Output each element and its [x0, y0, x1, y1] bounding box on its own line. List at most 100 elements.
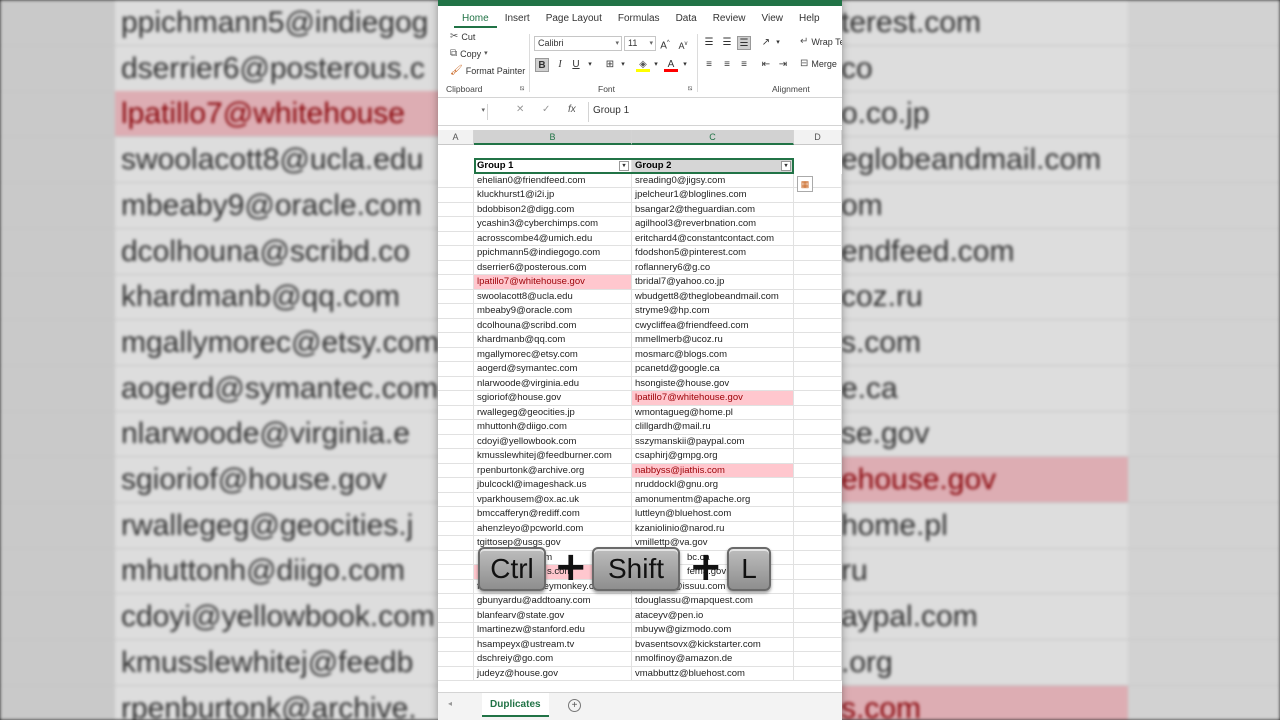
- cell-a[interactable]: [438, 173, 474, 188]
- chevron-down-icon[interactable]: ▾: [678, 58, 692, 72]
- cell-d[interactable]: [794, 594, 842, 609]
- cell-group1[interactable]: bdobbison2@digg.com: [474, 202, 632, 217]
- cell-group2[interactable]: cwycliffea@friendfeed.com: [632, 318, 794, 333]
- cell-d[interactable]: [794, 608, 842, 623]
- cell-d[interactable]: [794, 275, 842, 290]
- cell-group2[interactable]: kzaniolinio@narod.ru: [632, 521, 794, 536]
- column-header-c[interactable]: C: [632, 130, 794, 145]
- cell-d[interactable]: [794, 289, 842, 304]
- cell-a[interactable]: [438, 420, 474, 435]
- cell-d[interactable]: [794, 521, 842, 536]
- fill-color-icon[interactable]: ◈: [636, 58, 650, 72]
- cell-a[interactable]: [438, 521, 474, 536]
- cell-group2[interactable]: mbuyw@gizmodo.com: [632, 623, 794, 638]
- cell-group1[interactable]: acrosscombe4@umich.edu: [474, 231, 632, 246]
- add-sheet-icon[interactable]: +: [568, 699, 581, 712]
- cell-group2[interactable]: nmolfinoy@amazon.de: [632, 652, 794, 667]
- cell-d[interactable]: [794, 565, 842, 580]
- header-cell-group2[interactable]: Group 2 ▾: [632, 158, 794, 173]
- cell-a[interactable]: [438, 623, 474, 638]
- font-name-select[interactable]: Calibri ▾: [534, 36, 622, 51]
- cell-a[interactable]: [438, 289, 474, 304]
- tab-scroll-icon[interactable]: ◂: [448, 699, 452, 708]
- cell-a[interactable]: [438, 434, 474, 449]
- cell-group2[interactable]: vmabbuttz@bluehost.com: [632, 666, 794, 681]
- cell-group1[interactable]: ehelian0@friendfeed.com: [474, 173, 632, 188]
- chevron-down-icon[interactable]: ▾: [771, 36, 785, 50]
- font-color-icon[interactable]: A: [664, 58, 678, 72]
- cell-a[interactable]: [438, 275, 474, 290]
- cell-d[interactable]: [794, 304, 842, 319]
- cell-group2[interactable]: sszymanskii@paypal.com: [632, 434, 794, 449]
- cancel-icon[interactable]: ✕: [516, 104, 524, 115]
- underline-button[interactable]: U: [569, 58, 583, 72]
- cell-group1[interactable]: judeyz@house.gov: [474, 666, 632, 681]
- cell-group2[interactable]: bsangar2@theguardian.com: [632, 202, 794, 217]
- insert-function-icon[interactable]: fx: [568, 104, 576, 115]
- cell-d[interactable]: [794, 318, 842, 333]
- tab-review[interactable]: Review: [705, 13, 754, 28]
- wrap-text-button[interactable]: ↵ Wrap Te: [800, 37, 842, 48]
- quick-analysis-icon[interactable]: ▦: [797, 176, 813, 192]
- increase-font-icon[interactable]: A^: [658, 36, 672, 51]
- cell-group2[interactable]: mmellmerb@ucoz.ru: [632, 333, 794, 348]
- decrease-indent-icon[interactable]: ⇤: [759, 58, 773, 72]
- cell-group1[interactable]: ahenzleyo@pcworld.com: [474, 521, 632, 536]
- cell-a[interactable]: [438, 318, 474, 333]
- cell-group1[interactable]: ppichmann5@indiegogo.com: [474, 246, 632, 261]
- cell-group1[interactable]: dcolhouna@scribd.com: [474, 318, 632, 333]
- cell-group1[interactable]: lpatillo7@whitehouse.gov: [474, 275, 632, 290]
- sheet-tab-duplicates[interactable]: Duplicates: [482, 693, 549, 717]
- cell-group2[interactable]: sreading0@jigsy.com: [632, 173, 794, 188]
- cell-group2[interactable]: stryme9@hp.com: [632, 304, 794, 319]
- tab-formulas[interactable]: Formulas: [610, 13, 668, 28]
- cell-d[interactable]: [794, 623, 842, 638]
- cell-group1[interactable]: gbunyardu@addtoany.com: [474, 594, 632, 609]
- cell-group1[interactable]: ycashin3@cyberchimps.com: [474, 217, 632, 232]
- cell-group2[interactable]: hsongiste@house.gov: [632, 376, 794, 391]
- cell-a[interactable]: [438, 260, 474, 275]
- align-top-icon[interactable]: ☰: [702, 36, 716, 50]
- cell-group1[interactable]: jbulcockl@imageshack.us: [474, 478, 632, 493]
- cell-group2[interactable]: csaphirj@gmpg.org: [632, 449, 794, 464]
- cell-group2[interactable]: roflannery6@g.co: [632, 260, 794, 275]
- align-bottom-icon[interactable]: ☰: [737, 36, 751, 50]
- cell-group2[interactable]: wbudgett8@theglobeandmail.com: [632, 289, 794, 304]
- clipboard-launcher-icon[interactable]: ⧅: [520, 85, 524, 93]
- cell-group2[interactable]: bvasentsovx@kickstarter.com: [632, 637, 794, 652]
- cell-d[interactable]: [794, 637, 842, 652]
- merge-center-button[interactable]: ⊟ Merge: [800, 59, 837, 70]
- cell-group1[interactable]: dschreiy@go.com: [474, 652, 632, 667]
- cell-group2[interactable]: tbridal7@yahoo.co.jp: [632, 275, 794, 290]
- cell-d[interactable]: [794, 449, 842, 464]
- align-middle-icon[interactable]: ☰: [720, 36, 734, 50]
- font-launcher-icon[interactable]: ⧅: [688, 85, 692, 93]
- tab-data[interactable]: Data: [668, 13, 705, 28]
- increase-indent-icon[interactable]: ⇥: [776, 58, 790, 72]
- tab-home[interactable]: Home: [454, 13, 497, 28]
- filter-dropdown-icon[interactable]: ▾: [619, 161, 629, 171]
- cell-group1[interactable]: nlarwoode@virginia.edu: [474, 376, 632, 391]
- cell-a[interactable]: [438, 405, 474, 420]
- cell-group2[interactable]: lpatillo7@whitehouse.gov: [632, 391, 794, 406]
- cell-a[interactable]: [438, 304, 474, 319]
- italic-button[interactable]: I: [553, 58, 567, 72]
- cell-a[interactable]: [438, 188, 474, 203]
- cell-d[interactable]: [794, 217, 842, 232]
- cell-d[interactable]: [794, 362, 842, 377]
- cell-group2[interactable]: pcanetd@google.ca: [632, 362, 794, 377]
- formula-input[interactable]: Group 1: [593, 105, 629, 116]
- cell-group2[interactable]: clillgardh@mail.ru: [632, 420, 794, 435]
- cell-a[interactable]: [438, 217, 474, 232]
- tab-page-layout[interactable]: Page Layout: [538, 13, 610, 28]
- cell-group1[interactable]: khardmanb@qq.com: [474, 333, 632, 348]
- cell-d[interactable]: [794, 492, 842, 507]
- cell-a[interactable]: [438, 231, 474, 246]
- cell-a[interactable]: [438, 536, 474, 551]
- cell-group2[interactable]: jpelcheur1@bloglines.com: [632, 188, 794, 203]
- cell-d[interactable]: [794, 202, 842, 217]
- cell-d[interactable]: [794, 478, 842, 493]
- cut-button[interactable]: ✂ Cut: [450, 32, 475, 43]
- worksheet-grid[interactable]: A B C D Group 1 ▾ Group 2 ▾ ehelian0@fri…: [438, 130, 842, 692]
- cell-d[interactable]: [794, 550, 842, 565]
